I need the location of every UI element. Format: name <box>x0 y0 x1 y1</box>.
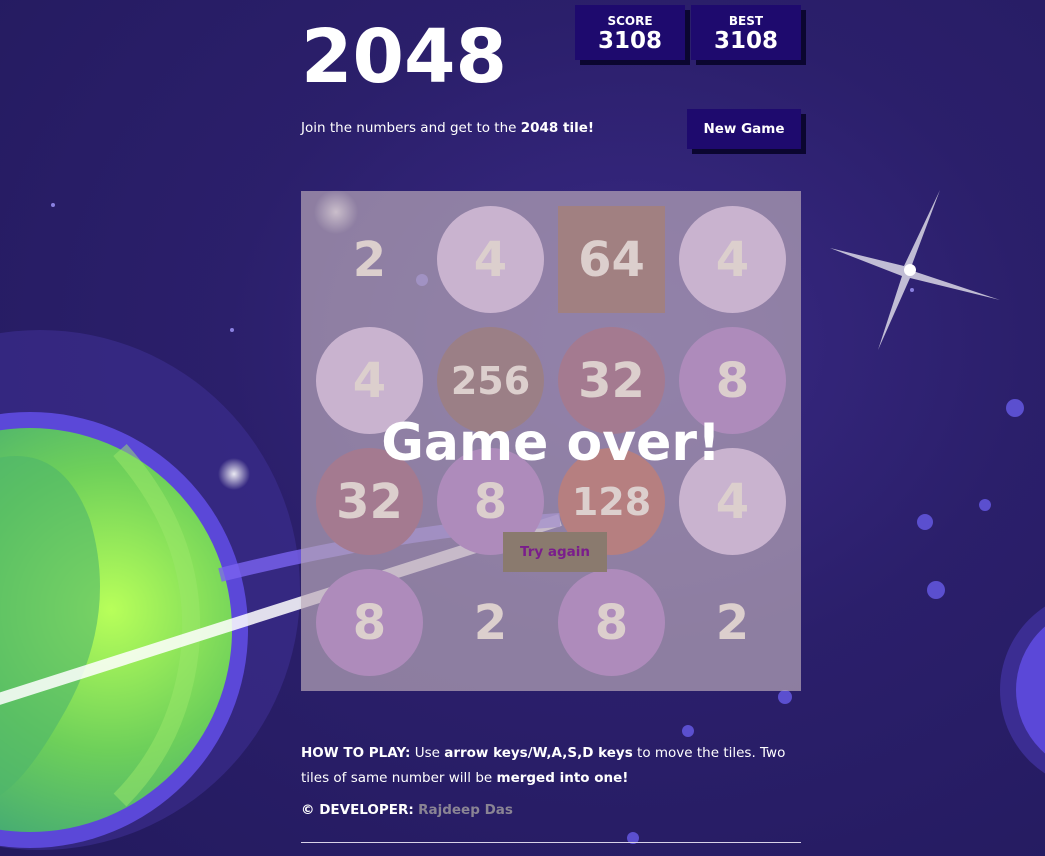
howto-keys: arrow keys/W,A,S,D keys <box>444 745 633 761</box>
how-to-play: HOW TO PLAY: Use arrow keys/W,A,S,D keys… <box>301 741 801 791</box>
howto-heading: HOW TO PLAY: <box>301 745 411 761</box>
game-board[interactable]: 2 4 64 4 4 256 32 8 32 8 128 4 8 2 8 2 Game over! Try a… <box>301 191 801 691</box>
game-title: 2048 <box>301 14 507 100</box>
score-value: 3108 <box>597 28 662 54</box>
new-game-button[interactable]: New Game <box>687 109 801 149</box>
try-again-button[interactable]: Try again <box>503 532 607 572</box>
developer-label: © DEVELOPER: <box>301 802 414 818</box>
star-dot <box>917 514 933 530</box>
game-over-message: Game over! <box>381 413 721 473</box>
star-dot <box>1006 399 1024 417</box>
best-box: BEST 3108 <box>691 5 801 60</box>
howto-text-1: Use <box>410 745 445 761</box>
best-value: 3108 <box>713 28 778 54</box>
star-dot <box>778 690 792 704</box>
intro-prefix: Join the numbers and get to the <box>301 120 521 136</box>
intro-bold: 2048 tile! <box>520 120 595 136</box>
footer-divider <box>301 842 801 843</box>
sparkle-core <box>904 264 916 276</box>
intro-text: Join the numbers and get to the 2048 til… <box>301 120 594 136</box>
star-dot <box>51 203 55 207</box>
score-label: SCORE <box>607 14 653 28</box>
developer-name[interactable]: Rajdeep Das <box>418 802 513 818</box>
score-box: SCORE 3108 <box>575 5 685 60</box>
star-dot <box>910 288 914 292</box>
developer-credit: © DEVELOPER: Rajdeep Das <box>301 802 513 818</box>
star-glow <box>218 458 250 490</box>
howto-merge: merged into one! <box>496 770 629 786</box>
star-dot <box>927 581 945 599</box>
star-dot <box>979 499 991 511</box>
star-dot <box>682 725 694 737</box>
best-label: BEST <box>728 14 764 28</box>
star-dot <box>230 328 234 332</box>
